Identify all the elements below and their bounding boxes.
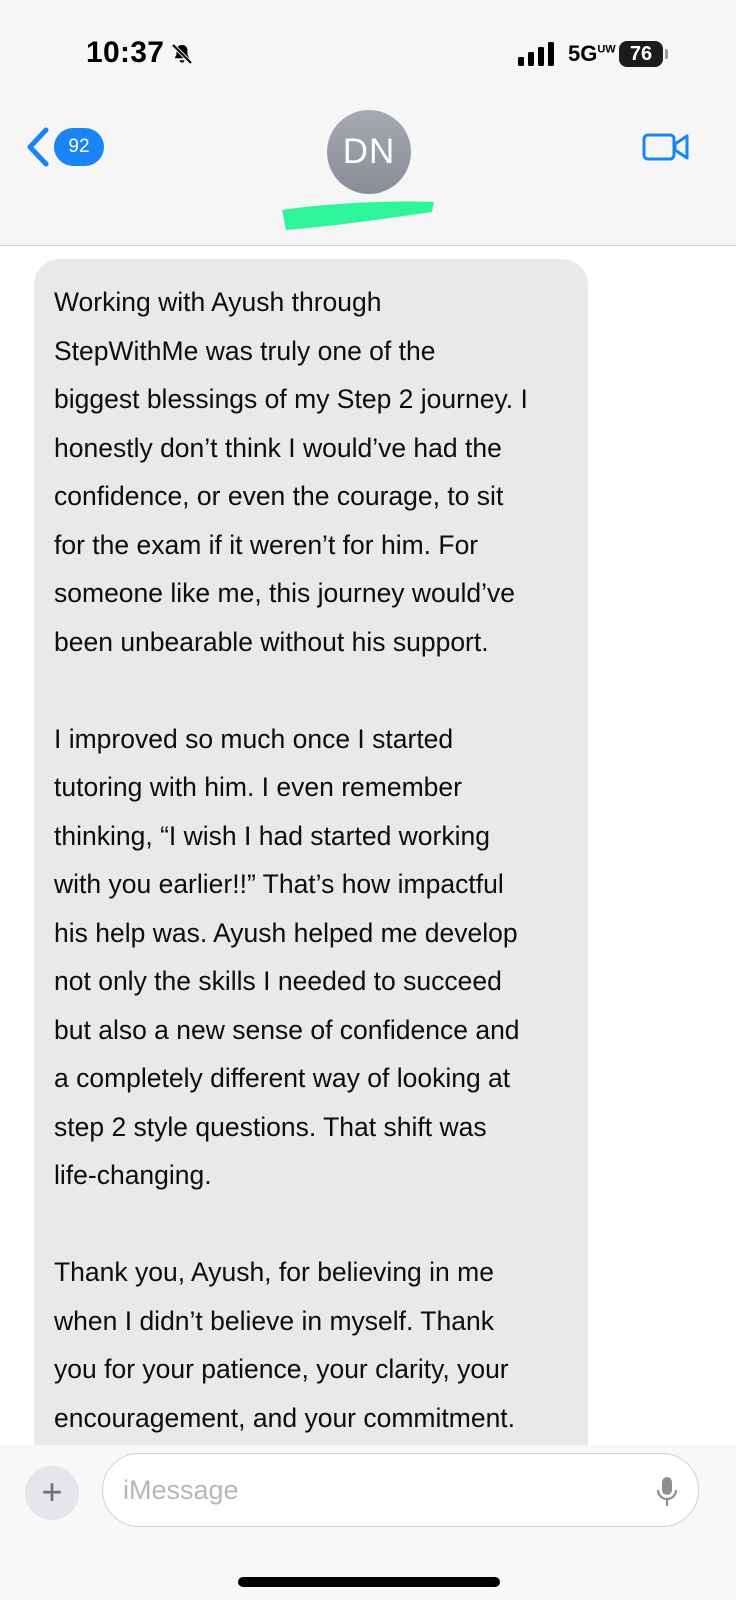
message-line: you for your patience, your clarity, you…: [54, 1354, 509, 1384]
message-line: a completely different way of looking at: [54, 1063, 511, 1093]
status-time: 10:37: [86, 36, 165, 69]
battery-level: 76: [619, 41, 663, 67]
message-line: someone like me, this journey would’ve: [54, 578, 516, 608]
message-line: life-changing.: [54, 1160, 212, 1190]
back-unread-badge[interactable]: 92: [54, 128, 104, 166]
contact-name-redaction: [282, 201, 434, 230]
home-indicator[interactable]: [238, 1577, 500, 1587]
contact-avatar[interactable]: DN: [327, 110, 411, 194]
message-line: for the exam if it weren’t for him. For: [54, 529, 479, 560]
video-camera-icon[interactable]: [642, 130, 690, 164]
bell-slash-icon: [171, 43, 193, 65]
message-line: encouragement, and your commitment.: [54, 1402, 516, 1433]
message-line: step 2 style questions. That shift was: [54, 1111, 487, 1142]
message-line: I improved so much once I started: [54, 723, 454, 754]
message-line: StepWithMe was truly one of the: [54, 335, 436, 366]
message-line: thinking, “I wish I had started working: [54, 820, 490, 851]
message-line: tutoring with him. I even remember: [54, 772, 462, 802]
chevron-left-icon[interactable]: [24, 126, 54, 168]
message-line: but also a new sense of confidence and: [54, 1014, 520, 1045]
message-line: his help was. Ayush helped me develop: [54, 917, 518, 948]
imessage-input[interactable]: iMessage: [102, 1453, 699, 1527]
message-line: Thank you, Ayush, for believing in me: [54, 1257, 494, 1287]
message-line: honestly don’t think I would’ve had the: [54, 432, 502, 463]
message-line: been unbearable without his support.: [54, 626, 489, 657]
cellular-signal-icon: [518, 42, 554, 66]
conversation-header: 10:37 5GUW 76 92 DN: [0, 0, 736, 246]
microphone-icon[interactable]: [656, 1476, 678, 1508]
message-line: biggest blessings of my Step 2 journey. …: [54, 384, 528, 414]
message-line: with you earlier!!” That’s how impactful: [54, 869, 504, 899]
network-type-label: 5GUW: [568, 41, 616, 66]
message-line: not only the skills I needed to succeed: [54, 966, 502, 996]
battery-cap: [665, 49, 668, 59]
message-line: confidence, or even the courage, to sit: [54, 481, 504, 511]
apps-plus-button[interactable]: +: [25, 1466, 79, 1520]
message-line: Working with Ayush through: [54, 287, 382, 317]
incoming-message-bubble[interactable]: Working with Ayush through StepWithMe wa…: [34, 259, 588, 1459]
message-line: when I didn’t believe in myself. Thank: [54, 1305, 494, 1336]
